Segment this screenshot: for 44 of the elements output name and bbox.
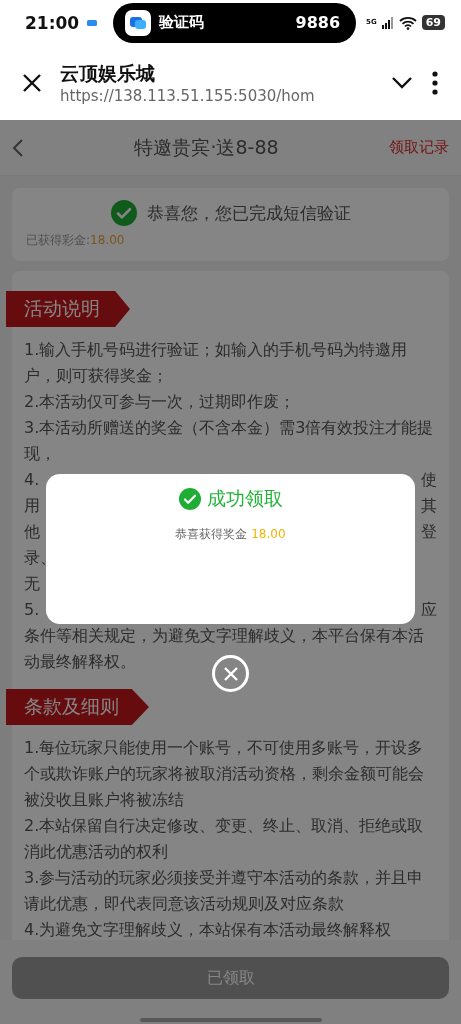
rule-text: 他 [24,521,40,543]
verification-message: 恭喜您，您已完成短信验证 [146,201,351,225]
battery-level: 69 [421,15,445,30]
island-app-name: 验证码 [159,13,205,32]
rule-text: 4.为避免文字理解歧义，本站保有本活动最终解释权 [23,919,393,940]
rule-text: 5. [24,599,40,621]
more-icon[interactable] [431,70,439,95]
section-ribbon: 条款及细则 [6,689,149,725]
rule-text: 无 [24,573,40,595]
signal-icon [381,16,394,29]
rule-text: 使 [421,469,437,491]
rule-text: 2.本站保留自行决定修改、变更、终止、取消、拒绝或取消此优惠活动的权利 [23,815,425,863]
island-code: 9886 [295,13,341,32]
close-icon[interactable] [22,72,42,93]
rule-text: 登 [421,521,437,543]
records-link[interactable]: 领取记录 [389,138,449,157]
status-time: 21:00 [25,12,80,33]
rule-text: 用 [24,495,40,517]
rule-text: 4. [24,469,40,491]
close-icon [223,666,238,681]
rule-text: 3.本活动所赠送的奖金（不含本金）需3倍有效投注才能提现， [23,417,435,465]
close-dialog-button[interactable] [212,655,249,692]
wifi-icon [398,15,417,30]
back-icon[interactable] [12,137,24,158]
rule-text: 3.参与活动的玩家必须接受并遵守本活动的条款，并且申请此优惠，即代表同意该活动规则及对应条款 [23,867,425,915]
rule-text: 其 [421,495,437,517]
rule-text: 条件等相关规定，为避免文字理解歧义，本平台保有本活 [24,625,424,647]
rule-text: 1.输入手机号码进行验证；如输入的手机号码为特邀用户，则可获得奖金； [23,339,409,387]
rule-text: 录、 [24,547,56,569]
message-app-icon [125,9,152,36]
check-icon [110,200,137,226]
chevron-down-icon[interactable] [391,75,413,90]
notification-icon [87,18,98,27]
page-title: 特邀贵宾·送8-88 [133,134,280,160]
success-check-icon [178,488,201,510]
dialog-title: 成功领取 [206,486,283,511]
rule-text: 应 [421,599,437,621]
site-url: https://138.113.51.155:5030/hom [60,86,316,105]
rule-text: 动最终解释权。 [24,651,136,673]
section-ribbon: 活动说明 [6,291,130,327]
rule-text: 2.本活动仅可参与一次，过期即作废； [23,391,297,413]
rule-text: 1.每位玩家只能使用一个账号，不可使用多账号，开设多个或欺诈账户的玩家将被取消活动资格，剩余金额可能会被没收且账户将被冻结 [23,737,425,811]
site-title: 云顶娱乐城 [60,60,156,86]
dialog-message: 恭喜获得奖金 18.00 [175,526,286,543]
